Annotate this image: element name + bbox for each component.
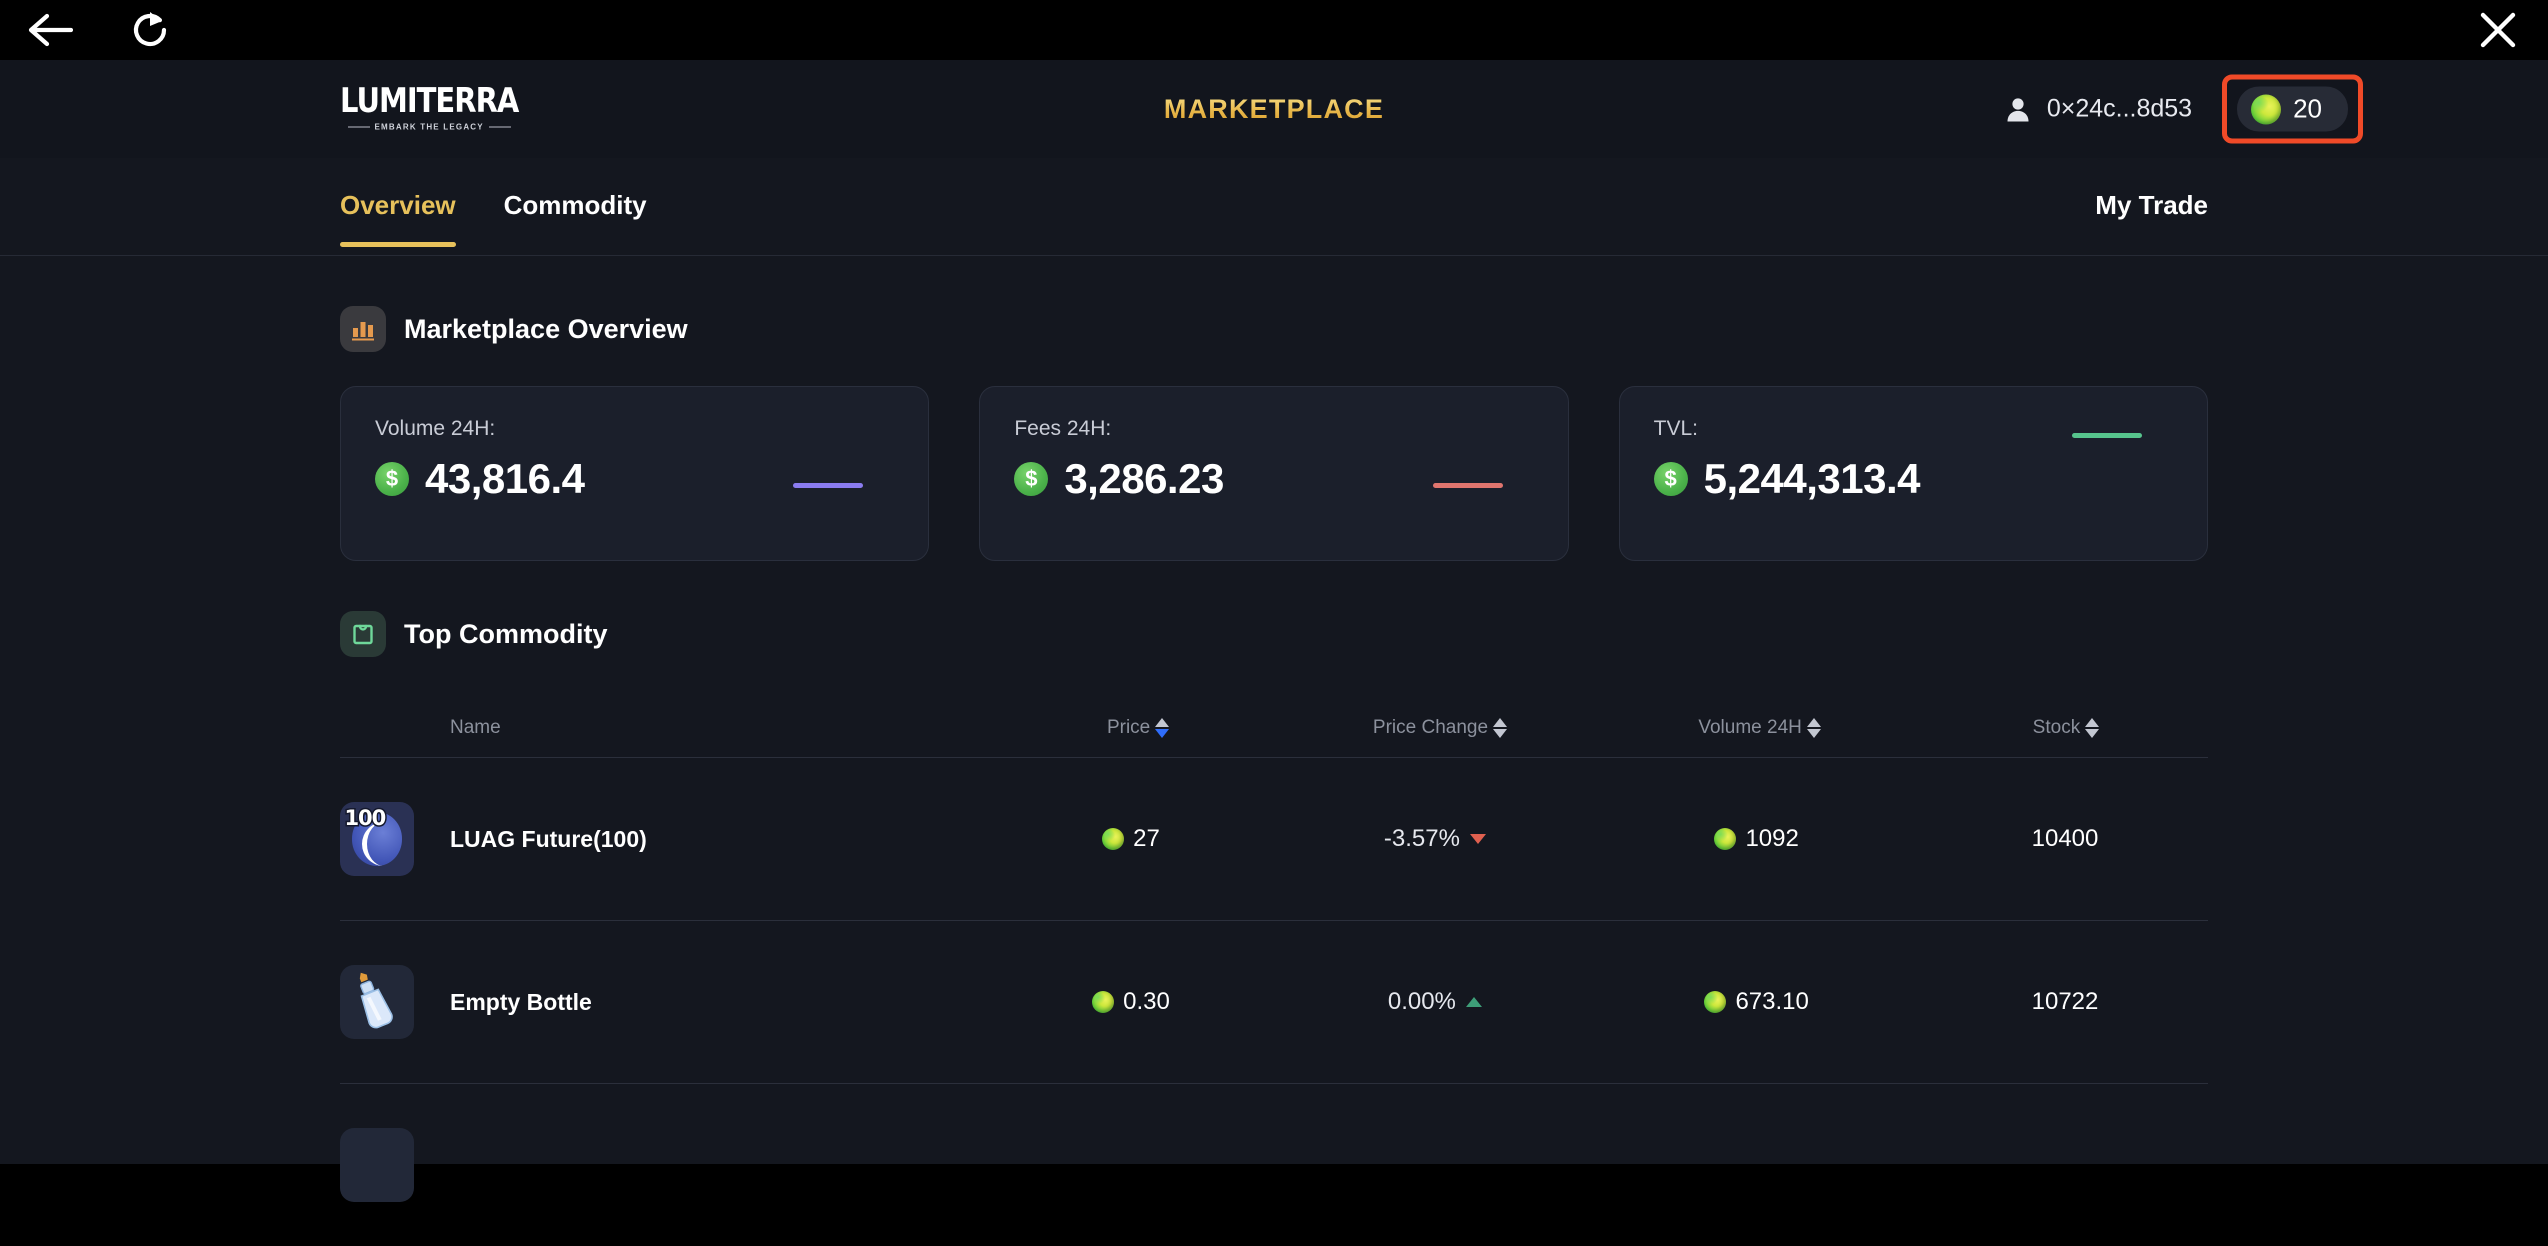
trend-up-icon <box>1465 997 1482 1007</box>
marketplace-app: LUMITERRA EMBARK THE LEGACY MARKETPLACE … <box>0 60 2548 1202</box>
cell-name: 100 LUAG Future(100) <box>340 802 984 876</box>
main-content: Marketplace Overview Volume 24H: $ 43,81… <box>0 306 2548 1246</box>
dollar-coin-icon: $ <box>1653 462 1688 496</box>
stock-value: 10722 <box>2031 988 2099 1015</box>
column-header-price-change[interactable]: Price Change <box>1285 717 1596 739</box>
volume-value: 673.10 <box>1735 988 1809 1015</box>
table-row[interactable] <box>340 1083 2208 1246</box>
tab-commodity[interactable]: Commodity <box>504 190 647 247</box>
tab-overview[interactable]: Overview <box>340 190 456 247</box>
volume-value: 1092 <box>1745 825 1799 852</box>
close-button[interactable] <box>2458 0 2538 60</box>
user-icon <box>2007 97 2029 121</box>
price-value: 0.30 <box>1123 988 1170 1015</box>
cell-stock: 10722 <box>1922 988 2208 1016</box>
close-icon <box>2480 12 2516 48</box>
browser-chrome-bar <box>0 0 2548 60</box>
price-value: 27 <box>1133 825 1160 852</box>
cell-volume-24h: 673.10 <box>1591 988 1922 1016</box>
stat-card-group: Volume 24H: $ 43,816.4 Fees 24H: $ 3,286… <box>340 386 2208 561</box>
my-trade-link[interactable]: My Trade <box>2095 190 2208 221</box>
column-header-volume-24h[interactable]: Volume 24H <box>1595 717 1924 739</box>
balance-pill[interactable]: 20 <box>2237 86 2348 132</box>
stat-card-label: Volume 24H: <box>375 417 496 440</box>
column-header-stock[interactable]: Stock <box>1924 717 2208 739</box>
stat-card-fees: Fees 24H: $ 3,286.23 <box>979 386 1569 561</box>
dollar-coin-icon: $ <box>1014 462 1049 496</box>
lumi-coin-icon <box>1704 991 1727 1013</box>
lumi-coin-icon <box>1102 828 1125 850</box>
tab-bar: Overview Commodity My Trade <box>0 158 2548 256</box>
stat-card-value: 3,286.23 <box>1064 455 1224 502</box>
lumi-coin-icon <box>2251 94 2282 124</box>
shopping-bag-icon <box>340 611 386 657</box>
item-badge: 100 <box>343 805 388 832</box>
reload-button[interactable] <box>110 0 190 60</box>
table-row[interactable]: Empty Bottle 0.30 0.00% 673.10 10722 <box>340 920 2208 1083</box>
item-icon <box>340 1128 414 1202</box>
trend-down-icon <box>1469 834 1486 844</box>
tab-group: Overview Commodity <box>340 190 647 247</box>
balance-amount: 20 <box>2293 93 2322 124</box>
trend-sparkline <box>793 483 864 488</box>
lumiterra-logo[interactable]: LUMITERRA EMBARK THE LEGACY <box>340 80 519 132</box>
top-commodity-title: Top Commodity <box>404 618 608 649</box>
trend-sparkline <box>2071 433 2142 438</box>
column-header-name: Name <box>450 717 501 738</box>
lumi-coin-icon <box>1714 828 1737 850</box>
column-header-price[interactable]: Price <box>992 717 1285 739</box>
trend-sparkline <box>1432 483 1503 488</box>
account-chip[interactable]: 0×24c...8d53 <box>2003 94 2192 124</box>
stat-card-label: Fees 24H: <box>1014 417 1112 440</box>
cell-price: 27 <box>984 825 1279 853</box>
marketplace-overview-header: Marketplace Overview <box>340 306 2208 352</box>
sort-arrows-icon[interactable] <box>1493 718 1508 738</box>
cell-name: Empty Bottle <box>340 965 984 1039</box>
cell-price-change: -3.57% <box>1278 825 1591 853</box>
item-name: LUAG Future(100) <box>450 825 647 852</box>
back-button[interactable] <box>10 0 90 60</box>
stat-card-value: 5,244,313.4 <box>1703 455 1921 502</box>
dollar-coin-icon: $ <box>375 462 409 496</box>
account-address: 0×24c...8d53 <box>2046 94 2193 123</box>
price-change-value: -3.57% <box>1383 825 1460 852</box>
empty-bottle-item-icon <box>340 965 414 1039</box>
moon-100-item-icon: 100 <box>340 802 414 876</box>
marketplace-overview-title: Marketplace Overview <box>404 313 688 344</box>
cell-volume-24h: 1092 <box>1591 825 1922 853</box>
reload-icon <box>133 12 167 47</box>
lumi-coin-icon <box>1092 991 1115 1013</box>
arrow-left-icon <box>28 13 73 47</box>
item-name: Empty Bottle <box>450 988 592 1015</box>
sort-arrows-icon[interactable] <box>1155 718 1170 738</box>
header-right-group: 0×24c...8d53 20 <box>2003 74 2363 144</box>
table-row[interactable]: 100 LUAG Future(100) 27 -3.57% 1092 1040… <box>340 757 2208 920</box>
table-header-row: Name Price Price Change Volume 24H Stock <box>340 699 2208 757</box>
bar-chart-icon <box>340 306 386 352</box>
balance-highlight-box: 20 <box>2222 74 2363 144</box>
stat-card-volume: Volume 24H: $ 43,816.4 <box>340 386 930 561</box>
stat-card-tvl: TVL: $ 5,244,313.4 <box>1618 386 2208 561</box>
stock-value: 10400 <box>2031 825 2099 852</box>
cell-price: 0.30 <box>984 988 1279 1016</box>
app-header: LUMITERRA EMBARK THE LEGACY MARKETPLACE … <box>0 60 2548 158</box>
logo-wordmark: LUMITERRA <box>340 80 519 121</box>
sort-arrows-icon[interactable] <box>1806 718 1821 738</box>
top-commodity-header: Top Commodity <box>340 611 2208 657</box>
price-change-value: 0.00% <box>1387 988 1456 1015</box>
cell-name <box>340 1128 1060 1202</box>
sort-arrows-icon[interactable] <box>2085 718 2100 738</box>
stat-card-value: 43,816.4 <box>425 455 585 502</box>
page-title: MARKETPLACE <box>1163 93 1385 124</box>
cell-stock: 10400 <box>1922 825 2208 853</box>
cell-price-change: 0.00% <box>1278 988 1591 1016</box>
logo-tagline: EMBARK THE LEGACY <box>348 123 511 132</box>
